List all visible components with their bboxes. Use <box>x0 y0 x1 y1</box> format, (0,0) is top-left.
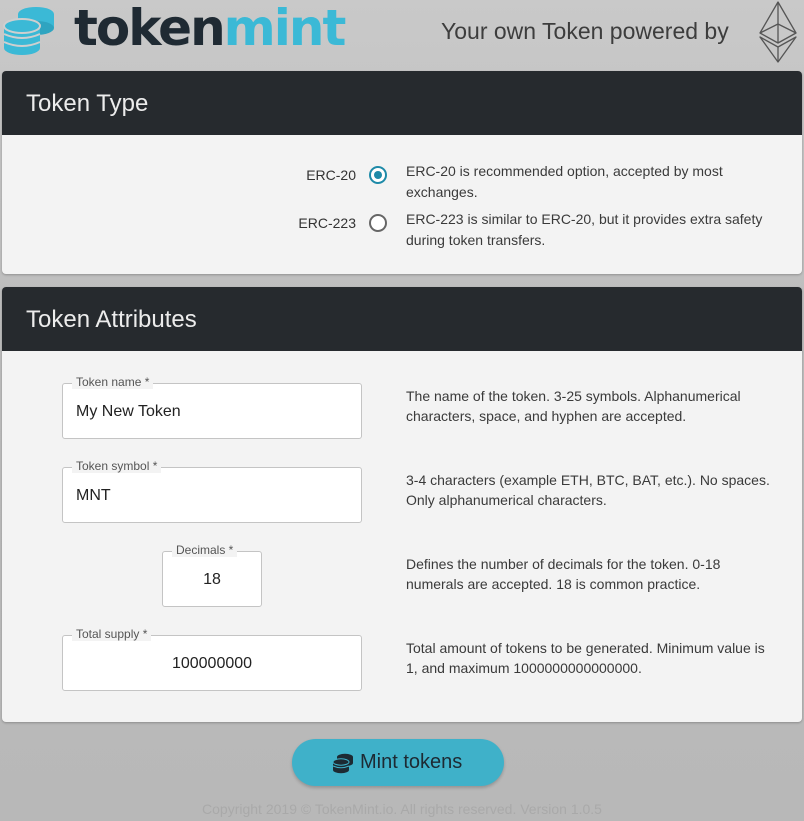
token-attributes-title: Token Attributes <box>26 306 197 333</box>
decimals-value[interactable]: 18 <box>163 571 261 589</box>
total-supply-description: Total amount of tokens to be generated. … <box>406 640 765 676</box>
copyright-footer: Copyright 2019 © TokenMint.io. All right… <box>202 801 602 817</box>
token-name-value[interactable]: My New Token <box>76 403 181 421</box>
coin-stack-icon <box>3 7 54 55</box>
decimals-label: Decimals * <box>172 543 238 557</box>
token-type-title: Token Type <box>26 90 149 117</box>
mint-tokens-button[interactable]: Mint tokens <box>292 739 504 786</box>
token-attributes-card: Token Attributes Token name * My New Tok… <box>2 287 802 722</box>
radio-label-erc223: ERC-223 <box>298 215 356 231</box>
coins-icon <box>332 753 353 774</box>
ethereum-icon <box>759 1 797 63</box>
total-supply-field[interactable]: Total supply * 100000000 <box>62 627 362 691</box>
logo-part-mint: mint <box>223 0 347 57</box>
token-symbol-description: 3-4 characters (example ETH, BTC, BAT, e… <box>406 472 770 508</box>
logo-wordmark[interactable]: tokenmint <box>74 0 347 58</box>
site-header: tokenmint Your own Token powered by <box>0 0 804 66</box>
token-symbol-label: Token symbol * <box>72 459 162 473</box>
radio-button-erc20[interactable] <box>369 166 387 184</box>
token-name-field[interactable]: Token name * My New Token <box>62 375 362 439</box>
radio-desc-erc223: ERC-223 is similar to ERC-20, but it pro… <box>406 211 763 248</box>
radio-label-erc20: ERC-20 <box>306 167 356 183</box>
total-supply-label: Total supply * <box>72 627 152 641</box>
token-type-header: Token Type <box>2 71 802 135</box>
radio-desc-erc20: ERC-20 is recommended option, accepted b… <box>406 163 723 200</box>
radio-button-erc223[interactable] <box>369 214 387 232</box>
token-symbol-value[interactable]: MNT <box>76 487 111 505</box>
mint-tokens-label: Mint tokens <box>360 751 463 773</box>
token-name-description: The name of the token. 3-25 symbols. Alp… <box>406 388 741 424</box>
tagline: Your own Token powered by <box>441 18 729 44</box>
decimals-field[interactable]: Decimals * 18 <box>162 543 262 607</box>
token-name-label: Token name * <box>72 375 154 389</box>
token-type-card: Token Type ERC-20 ERC-20 is recommended … <box>2 71 802 274</box>
total-supply-value[interactable]: 100000000 <box>63 655 361 673</box>
logo-part-token: token <box>74 0 226 57</box>
decimals-description: Defines the number of decimals for the t… <box>406 556 721 592</box>
token-symbol-field[interactable]: Token symbol * MNT <box>62 459 362 523</box>
token-attributes-header: Token Attributes <box>2 287 802 351</box>
